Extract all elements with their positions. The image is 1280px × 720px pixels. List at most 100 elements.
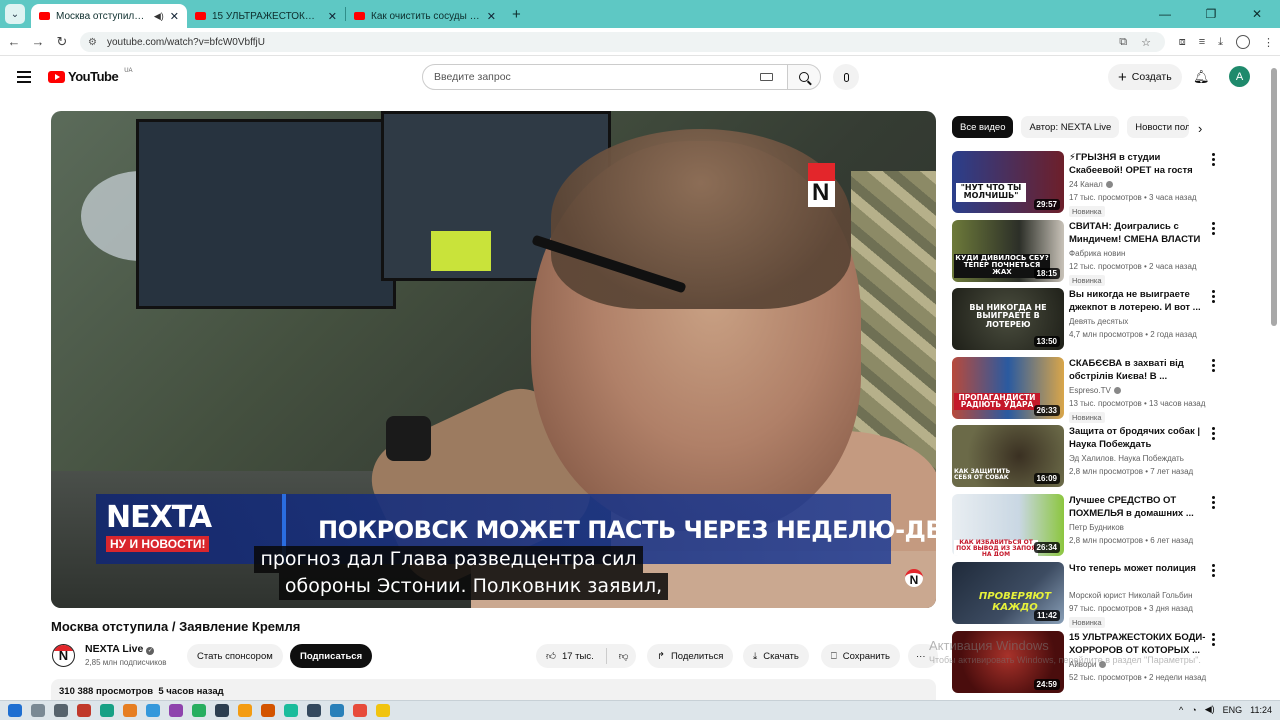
channel-name[interactable]: NEXTA Live ✓: [85, 643, 155, 655]
channel-watermark-icon[interactable]: N: [905, 569, 923, 587]
install-app-icon[interactable]: ⧉: [1119, 36, 1127, 49]
channel-name[interactable]: Espreso.TV: [1069, 386, 1121, 395]
language-indicator[interactable]: ENG: [1223, 705, 1243, 715]
save-button[interactable]: ⎕ Сохранить: [821, 644, 900, 668]
app-icon[interactable]: [215, 704, 229, 717]
close-tab-icon[interactable]: ✕: [328, 10, 337, 23]
video-title[interactable]: ⚡ГРЫЗНЯ в студии Скабеевой! ОРЕТ на гост…: [1069, 151, 1207, 177]
bookmark-star-icon[interactable]: ☆: [1141, 36, 1151, 49]
download-button[interactable]: ⤓ Скачать: [743, 644, 809, 668]
hamburger-menu-icon[interactable]: [17, 71, 31, 86]
browser-tab-active[interactable]: Москва отступила / Заявлен ◀) ✕: [31, 4, 187, 28]
chip-all[interactable]: Все видео: [952, 116, 1014, 138]
channel-name[interactable]: 24 Канал: [1069, 180, 1113, 189]
firefox-icon[interactable]: [261, 704, 275, 717]
more-menu-icon[interactable]: ⋮: [1263, 36, 1274, 49]
chevron-right-icon[interactable]: ›: [1198, 121, 1202, 136]
app-icon[interactable]: [146, 704, 160, 717]
minimize-icon[interactable]: —: [1142, 7, 1188, 21]
share-button[interactable]: ↱ Поделиться: [647, 644, 734, 668]
app-icon[interactable]: [284, 704, 298, 717]
more-vertical-icon[interactable]: [1212, 290, 1216, 305]
address-bar[interactable]: ⚙ youtube.com/watch?v=bfcW0VbffjU ⧉ ☆: [80, 32, 1165, 52]
list-item[interactable]: КУДИ ДИВИЛОСЬ СБУ? ТЕПЕР ПОЧНЕТЬСЯ ЖАХ 1…: [952, 219, 1222, 289]
video-thumbnail[interactable]: ПРОПАГАНДИСТИ РАДІЮТЬ УДАРА 26:33: [952, 356, 1064, 419]
close-tab-icon[interactable]: ✕: [487, 10, 496, 23]
channel-name[interactable]: Эд Халилов. Наука Побеждать: [1069, 454, 1184, 463]
folder-icon[interactable]: [123, 704, 137, 717]
channel-name[interactable]: Фабрика новин: [1069, 249, 1125, 258]
list-item[interactable]: ПРОВЕРЯЮТ КАЖДО 11:42 Что теперь может п…: [952, 562, 1222, 631]
windows-start-icon[interactable]: [8, 704, 22, 717]
list-item[interactable]: КАК ЗАЩИТИТЬ СЕБЯ ОТ СОБАК 16:09 Защита …: [952, 425, 1222, 494]
media-queue-icon[interactable]: ≡: [1199, 36, 1205, 48]
list-item[interactable]: ПРОПАГАНДИСТИ РАДІЮТЬ УДАРА 26:33 СКАБЄЄ…: [952, 356, 1222, 426]
more-vertical-icon[interactable]: [1212, 495, 1216, 511]
like-icon[interactable]: 👍︎: [546, 650, 556, 662]
video-title[interactable]: Лучшее СРЕДСТВО ОТ ПОХМЕЛЬЯ в домашних .…: [1069, 494, 1207, 520]
chip-news[interactable]: Новости пол: [1127, 116, 1190, 138]
app-icon[interactable]: [307, 704, 321, 717]
dislike-icon[interactable]: 👎︎: [619, 650, 629, 662]
app-icon[interactable]: [77, 704, 91, 717]
video-thumbnail[interactable]: ВЫ НИКОГДА НЕ ВЫИГРАЕТЕ В ЛОТЕРЕЮ 13:50: [952, 288, 1064, 350]
task-view-icon[interactable]: [54, 704, 68, 717]
create-button[interactable]: + Создать: [1108, 64, 1182, 90]
voice-search-button[interactable]: [833, 64, 859, 90]
list-item[interactable]: "НУТ ЧТО ТЫ МОЛЧИШЬ" 29:57 ⚡ГРЫЗНЯ в сту…: [952, 151, 1222, 220]
more-vertical-icon[interactable]: [1212, 153, 1216, 168]
more-vertical-icon[interactable]: [1212, 427, 1216, 442]
speaker-icon[interactable]: ◀): [154, 11, 164, 22]
video-thumbnail[interactable]: КАК ИЗБАВИТЬСЯ ОТ ПОХ ВЫВОД ИЗ ЗАПОЯ НА …: [952, 493, 1064, 556]
subscribe-button[interactable]: Подписаться: [290, 644, 373, 668]
app-icon[interactable]: [353, 704, 367, 717]
telegram-icon[interactable]: [330, 704, 344, 717]
join-button[interactable]: Стать спонсором: [187, 644, 283, 668]
network-icon[interactable]: ◔: [1191, 705, 1196, 715]
video-thumbnail[interactable]: КАК ЗАЩИТИТЬ СЕБЯ ОТ СОБАК 16:09: [952, 425, 1064, 487]
search-icon[interactable]: [31, 704, 45, 717]
channel-name[interactable]: Морской юрист Николай Гольбин: [1069, 591, 1192, 600]
tray-chevron-icon[interactable]: ^: [1179, 705, 1183, 715]
list-item[interactable]: ВЫ НИКОГДА НЕ ВЫИГРАЕТЕ В ЛОТЕРЕЮ 13:50 …: [952, 288, 1222, 357]
more-vertical-icon[interactable]: [1212, 221, 1216, 237]
more-vertical-icon[interactable]: [1212, 632, 1216, 648]
reload-icon[interactable]: ↻: [50, 34, 74, 50]
browser-tab[interactable]: Как очистить сосуды от бляш ✕: [346, 4, 504, 28]
video-title[interactable]: 15 УЛЬТРАЖЕСТОКИХ БОДИ-ХОРРОРОВ ОТ КОТОР…: [1069, 631, 1207, 657]
channel-name[interactable]: Петр Будников: [1069, 523, 1124, 532]
chip-author[interactable]: Автор: NEXTA Live: [1021, 116, 1120, 138]
more-vertical-icon[interactable]: [1212, 564, 1216, 579]
page-scrollbar[interactable]: [1271, 68, 1277, 326]
video-player[interactable]: N NEXTA НУ И НОВОСТИ! ПОКРОВСК МОЖЕТ ПАС…: [51, 111, 936, 608]
video-title[interactable]: СКАБЄЄВА в захваті від обстрілів Києва! …: [1069, 357, 1207, 383]
chrome-icon[interactable]: [376, 704, 390, 717]
edge-icon[interactable]: [100, 704, 114, 717]
new-tab-icon[interactable]: +: [512, 6, 521, 23]
video-title[interactable]: Что теперь может полиция: [1069, 562, 1207, 575]
notifications-bell-icon[interactable]: 🔔︎: [1193, 69, 1210, 85]
tab-search-button[interactable]: ⌄: [5, 4, 25, 24]
video-title[interactable]: Вы никогда не выиграете джекпот в лотере…: [1069, 288, 1207, 314]
search-button[interactable]: [787, 64, 821, 90]
restore-icon[interactable]: ❐: [1188, 7, 1234, 21]
video-thumbnail[interactable]: ПРОВЕРЯЮТ КАЖДО 11:42: [952, 562, 1064, 624]
app-icon[interactable]: [169, 704, 183, 717]
list-item[interactable]: КАК ИЗБАВИТЬСЯ ОТ ПОХ ВЫВОД ИЗ ЗАПОЯ НА …: [952, 493, 1222, 563]
site-info-icon[interactable]: ⚙: [88, 37, 97, 48]
browser-tab[interactable]: 15 УЛЬТРАЖЕСТОКИХ БОДИ- ✕: [187, 4, 345, 28]
search-input[interactable]: Введите запрос: [422, 64, 788, 90]
close-tab-icon[interactable]: ✕: [170, 10, 179, 23]
video-title[interactable]: СВИТАН: Доигрались с Миндичем! СМЕНА ВЛА…: [1069, 220, 1207, 246]
video-thumbnail[interactable]: КУДИ ДИВИЛОСЬ СБУ? ТЕПЕР ПОЧНЕТЬСЯ ЖАХ 1…: [952, 219, 1064, 282]
extensions-icon[interactable]: ⧈: [1179, 36, 1186, 49]
profile-icon[interactable]: [1236, 35, 1250, 49]
like-count[interactable]: 17 тыс.: [562, 651, 594, 662]
app-icon[interactable]: [238, 704, 252, 717]
clock[interactable]: 11:24: [1250, 705, 1272, 715]
keyboard-icon[interactable]: [760, 73, 773, 81]
forward-icon[interactable]: →: [26, 34, 50, 49]
close-window-icon[interactable]: ✕: [1234, 7, 1280, 21]
channel-name[interactable]: Девять десятых: [1069, 317, 1128, 326]
app-icon[interactable]: [192, 704, 206, 717]
